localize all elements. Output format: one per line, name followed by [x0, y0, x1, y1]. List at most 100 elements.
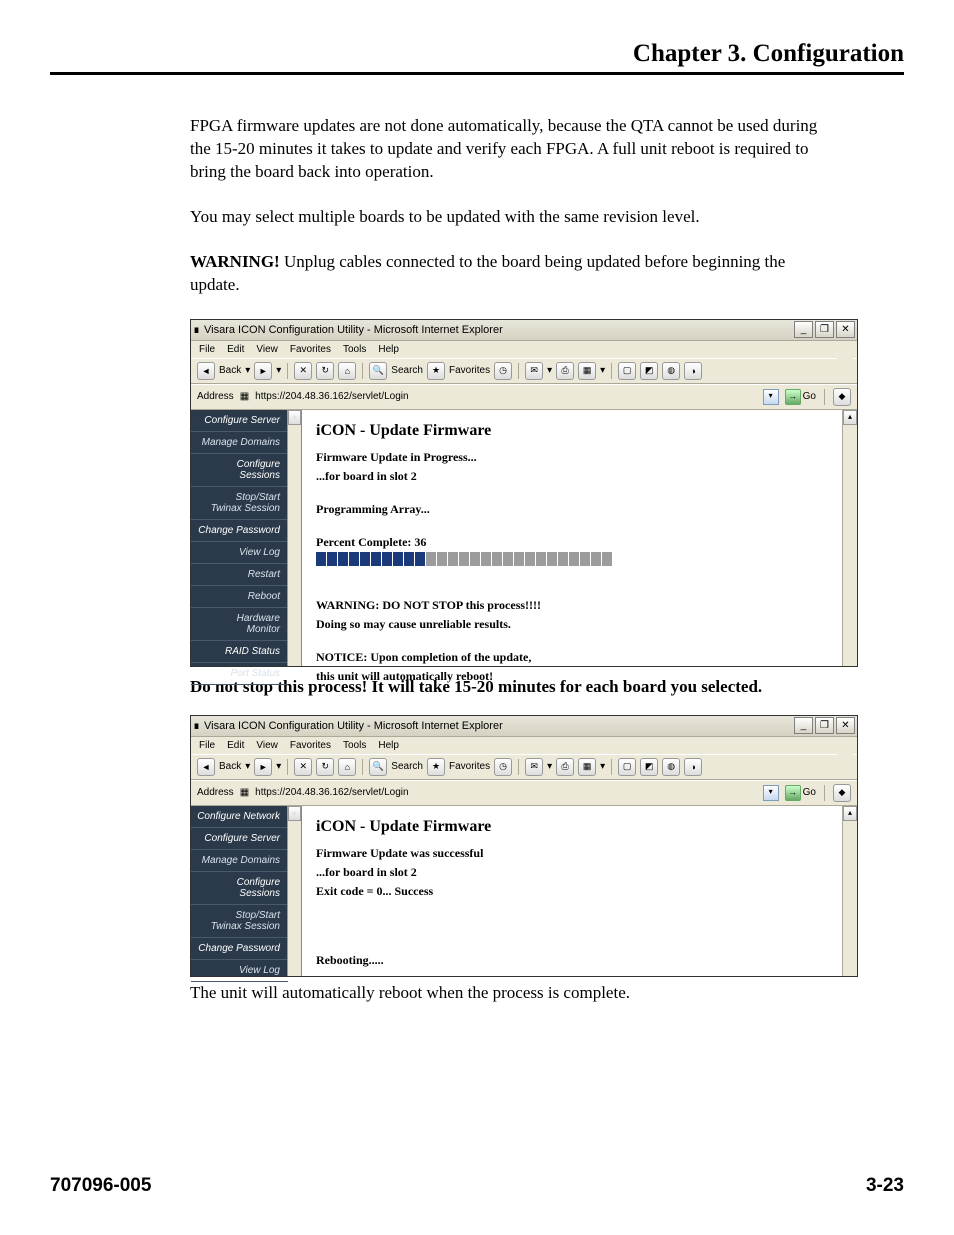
menu-edit[interactable]: Edit: [227, 740, 244, 751]
sidebar-item-stop-start-twinax[interactable]: Stop/StartTwinax Session: [191, 905, 288, 938]
search-icon[interactable]: 🔍: [369, 758, 387, 776]
discuss-icon[interactable]: ◩: [640, 758, 658, 776]
menu-tools[interactable]: Tools: [343, 344, 366, 355]
sidebar-item-hardware-monitor[interactable]: HardwareMonitor: [191, 608, 288, 641]
go-button[interactable]: →Go: [785, 785, 816, 801]
print-icon[interactable]: ⎙: [556, 362, 574, 380]
search-label[interactable]: Search: [391, 761, 423, 772]
sidebar-scrollbar[interactable]: ▴: [287, 410, 301, 666]
menu-help[interactable]: Help: [378, 344, 399, 355]
paragraph-2: You may select multiple boards to be upd…: [190, 206, 830, 229]
toolbar: ◄ Back▾ ►▾ ✕ ↻ ⌂ 🔍 Search ★ Favorites ◷ …: [191, 754, 857, 780]
menu-tools[interactable]: Tools: [343, 740, 366, 751]
links-icon[interactable]: ◆: [833, 784, 851, 802]
extra-icon[interactable]: ◑: [684, 758, 702, 776]
title-bar: ∎ Visara ICON Configuration Utility - Mi…: [191, 320, 857, 341]
sidebar-item-stop-start-twinax[interactable]: Stop/StartTwinax Session: [191, 487, 288, 520]
back-label[interactable]: Back: [219, 761, 241, 772]
sidebar-scrollbar[interactable]: ▴: [287, 806, 301, 976]
sidebar-item-configure-server[interactable]: Configure Server: [191, 410, 288, 432]
edit-icon[interactable]: ▦: [578, 362, 596, 380]
history-icon[interactable]: ◷: [494, 758, 512, 776]
refresh-icon[interactable]: ↻: [316, 758, 334, 776]
paragraph-3: WARNING! Unplug cables connected to the …: [190, 251, 830, 297]
mail-icon[interactable]: ✉: [525, 758, 543, 776]
page-icon: ▦: [240, 391, 249, 402]
close-button[interactable]: ✕: [836, 717, 855, 734]
favorites-label[interactable]: Favorites: [449, 365, 490, 376]
search-icon[interactable]: 🔍: [369, 362, 387, 380]
stop-icon[interactable]: ✕: [294, 758, 312, 776]
home-icon[interactable]: ⌂: [338, 758, 356, 776]
sidebar-item-reboot[interactable]: Reboot: [191, 586, 288, 608]
menu-file[interactable]: File: [199, 740, 215, 751]
window-title: Visara ICON Configuration Utility - Micr…: [200, 324, 794, 336]
discuss-icon[interactable]: ◩: [640, 362, 658, 380]
menu-edit[interactable]: Edit: [227, 344, 244, 355]
messenger-icon[interactable]: ◍: [662, 362, 680, 380]
windows-logo-icon: [837, 739, 853, 755]
address-url[interactable]: https://204.48.36.162/servlet/Login: [255, 391, 757, 402]
page-title: iCON - Update Firmware: [316, 818, 828, 836]
restore-button[interactable]: ❐: [815, 717, 834, 734]
back-dropdown[interactable]: ▾: [245, 365, 250, 376]
sidebar-item-configure-sessions[interactable]: Configure Sessions: [191, 872, 288, 905]
links-icon[interactable]: ◆: [833, 388, 851, 406]
print-icon[interactable]: ⎙: [556, 758, 574, 776]
address-bar: Address ▦ https://204.48.36.162/servlet/…: [191, 384, 857, 410]
content-scrollbar[interactable]: ▴: [842, 410, 857, 666]
sidebar: Configure Network Configure Server Manag…: [191, 806, 302, 976]
sidebar-item-change-password[interactable]: Change Password: [191, 520, 288, 542]
research-icon[interactable]: ▢: [618, 758, 636, 776]
notice-line-1: NOTICE: Upon completion of the update,: [316, 650, 828, 665]
back-icon[interactable]: ◄: [197, 362, 215, 380]
sidebar-item-configure-network[interactable]: Configure Network: [191, 806, 288, 828]
sidebar-item-manage-domains[interactable]: Manage Domains: [191, 850, 288, 872]
messenger-icon[interactable]: ◍: [662, 758, 680, 776]
sidebar-item-configure-server[interactable]: Configure Server: [191, 828, 288, 850]
restore-button[interactable]: ❐: [815, 321, 834, 338]
favorites-label[interactable]: Favorites: [449, 761, 490, 772]
menu-favorites[interactable]: Favorites: [290, 344, 331, 355]
sidebar-item-configure-sessions[interactable]: Configure Sessions: [191, 454, 288, 487]
extra-icon[interactable]: ◑: [684, 362, 702, 380]
refresh-icon[interactable]: ↻: [316, 362, 334, 380]
minimize-button[interactable]: _: [794, 321, 813, 338]
sidebar-item-view-log[interactable]: View Log: [191, 542, 288, 564]
back-icon[interactable]: ◄: [197, 758, 215, 776]
address-dropdown[interactable]: ▾: [763, 785, 779, 801]
content-scrollbar[interactable]: ▴: [842, 806, 857, 976]
search-label[interactable]: Search: [391, 365, 423, 376]
go-button[interactable]: →Go: [785, 389, 816, 405]
mail-icon[interactable]: ✉: [525, 362, 543, 380]
menu-bar: File Edit View Favorites Tools Help: [191, 737, 857, 754]
minimize-button[interactable]: _: [794, 717, 813, 734]
address-url[interactable]: https://204.48.36.162/servlet/Login: [255, 787, 757, 798]
menu-help[interactable]: Help: [378, 740, 399, 751]
history-icon[interactable]: ◷: [494, 362, 512, 380]
sidebar-item-manage-domains[interactable]: Manage Domains: [191, 432, 288, 454]
close-button[interactable]: ✕: [836, 321, 855, 338]
edit-icon[interactable]: ▦: [578, 758, 596, 776]
home-icon[interactable]: ⌂: [338, 362, 356, 380]
menu-view[interactable]: View: [256, 344, 278, 355]
forward-icon[interactable]: ►: [254, 758, 272, 776]
menu-file[interactable]: File: [199, 344, 215, 355]
sidebar-item-restart[interactable]: Restart: [191, 564, 288, 586]
sidebar-item-change-password[interactable]: Change Password: [191, 938, 288, 960]
sidebar-item-view-log[interactable]: View Log: [191, 960, 288, 982]
stop-icon[interactable]: ✕: [294, 362, 312, 380]
sidebar-item-raid-status[interactable]: RAID Status: [191, 641, 288, 663]
menu-favorites[interactable]: Favorites: [290, 740, 331, 751]
address-dropdown[interactable]: ▾: [763, 389, 779, 405]
sidebar-item-port-status[interactable]: Port Status: [191, 663, 288, 685]
forward-icon[interactable]: ►: [254, 362, 272, 380]
menu-view[interactable]: View: [256, 740, 278, 751]
favorites-icon[interactable]: ★: [427, 758, 445, 776]
favorites-icon[interactable]: ★: [427, 362, 445, 380]
address-bar: Address ▦ https://204.48.36.162/servlet/…: [191, 780, 857, 806]
back-label[interactable]: Back: [219, 365, 241, 376]
warning-rest: Unplug cables connected to the board bei…: [190, 252, 785, 294]
app-icon: ∎: [193, 719, 200, 732]
research-icon[interactable]: ▢: [618, 362, 636, 380]
